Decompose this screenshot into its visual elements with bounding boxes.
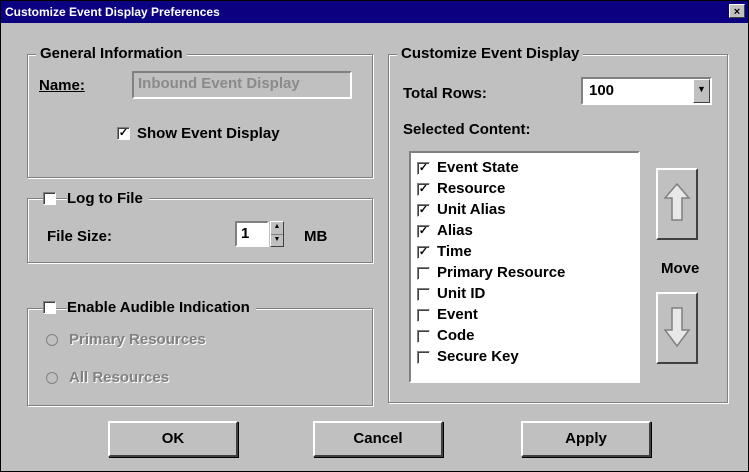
list-item-label: Secure Key	[437, 348, 519, 365]
selected-content-list[interactable]: ✓ Event State ✓ Resource ✓ Unit Alias ✓ Alia…	[409, 151, 640, 383]
file-size-label: File Size:	[47, 228, 113, 245]
title-bar: Customize Event Display Preferences ×	[1, 1, 748, 23]
log-to-file-label: Log to File	[67, 190, 149, 207]
checkbox-icon[interactable]	[417, 288, 430, 301]
list-item-label: Resource	[437, 180, 506, 197]
dropdown-arrow-icon[interactable]: ▼	[693, 79, 710, 103]
enable-audible-label: Enable Audible Indication	[67, 299, 256, 316]
arrow-down-icon	[663, 307, 691, 348]
total-rows-value: 100	[589, 82, 615, 99]
primary-resources-radio[interactable]	[46, 334, 58, 346]
move-up-button[interactable]	[656, 168, 698, 240]
cancel-button[interactable]: Cancel	[313, 421, 443, 457]
list-item-label: Code	[437, 327, 475, 344]
close-icon: ×	[733, 6, 741, 18]
checkbox-icon[interactable]: ✓	[417, 162, 430, 175]
list-item-label: Unit ID	[437, 285, 486, 302]
spin-up-icon[interactable]: ▲	[271, 222, 283, 235]
list-item-label: Unit Alias	[437, 201, 506, 218]
dialog-window: Customize Event Display Preferences × Ge…	[0, 0, 749, 472]
all-resources-radio[interactable]	[46, 372, 58, 384]
checkbox-icon[interactable]: ✓	[417, 225, 430, 238]
apply-button[interactable]: Apply	[521, 421, 651, 457]
ok-button[interactable]: OK	[108, 421, 238, 457]
show-event-display-checkbox[interactable]: ✓	[117, 127, 130, 140]
enable-audible-checkbox[interactable]	[43, 301, 56, 314]
selected-content-label: Selected Content:	[403, 121, 531, 138]
total-rows-label: Total Rows:	[403, 85, 487, 102]
file-size-field[interactable]: 1	[235, 221, 269, 247]
close-button[interactable]: ×	[729, 4, 745, 18]
all-resources-label: All Resources	[69, 369, 170, 386]
file-size-unit: MB	[304, 228, 328, 245]
checkbox-icon[interactable]: ✓	[417, 246, 430, 259]
show-event-display-label: Show Event Display	[137, 125, 280, 142]
name-label-text: Name:	[39, 77, 85, 94]
move-down-button[interactable]	[656, 292, 698, 364]
list-item-label: Event	[437, 306, 478, 323]
move-label: Move	[661, 260, 700, 277]
spin-down-icon[interactable]: ▼	[271, 235, 283, 244]
list-item-label: Primary Resource	[437, 264, 566, 281]
log-to-file-checkbox[interactable]	[43, 192, 56, 205]
list-item-label: Event State	[437, 159, 519, 176]
file-size-spinner[interactable]: ▲ ▼	[270, 221, 284, 247]
total-rows-dropdown[interactable]: 100 ▼	[581, 77, 712, 105]
list-item-label: Time	[437, 243, 472, 260]
checkbox-icon[interactable]: ✓	[417, 183, 430, 196]
name-field[interactable]: Inbound Event Display	[132, 71, 352, 99]
checkbox-icon[interactable]	[417, 351, 430, 364]
general-information-legend: General Information	[36, 45, 187, 62]
checkbox-icon[interactable]: ✓	[417, 204, 430, 217]
customize-event-display-legend: Customize Event Display	[397, 45, 584, 62]
arrow-up-icon	[663, 182, 691, 221]
checkbox-icon[interactable]	[417, 330, 430, 343]
checkbox-icon[interactable]	[417, 267, 430, 280]
list-item-label: Alias	[437, 222, 473, 239]
checkbox-icon[interactable]	[417, 309, 430, 322]
window-title: Customize Event Display Preferences	[5, 5, 220, 19]
audible-indication-group	[27, 308, 373, 406]
primary-resources-label: Primary Resources	[69, 331, 206, 348]
name-label: Name:	[39, 77, 85, 94]
